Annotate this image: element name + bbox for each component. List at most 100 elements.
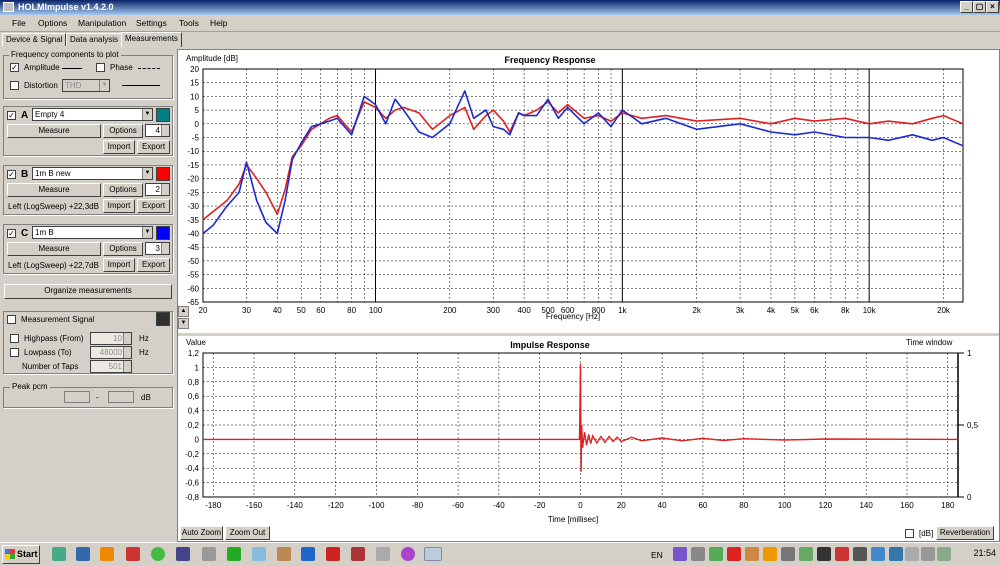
freq-ytick-label: -30 [187, 202, 199, 211]
measurement-a-color-swatch[interactable] [156, 108, 170, 122]
tray-icon[interactable] [745, 547, 759, 561]
measurement-a-import-button[interactable]: Import [103, 140, 135, 154]
taskbar-app-icon[interactable] [100, 547, 114, 561]
measurement-b-checkbox[interactable]: ✓ [7, 170, 16, 179]
frequency-response-chart[interactable]: Amplitude [dB] Frequency Response Freque… [178, 50, 1000, 332]
measurement-b-select[interactable]: 1m B new ▼ [32, 167, 153, 180]
lowpass-checkbox[interactable] [10, 348, 19, 357]
measurement-a-measure-button[interactable]: Measure [7, 124, 101, 138]
measurement-a-options-button[interactable]: Options [103, 124, 143, 138]
tab-data-analysis[interactable]: Data analysis [66, 33, 123, 46]
tray-icon[interactable] [853, 547, 867, 561]
amplitude-checkbox[interactable]: ✓ [10, 63, 19, 72]
taskbar-app-icon[interactable] [301, 547, 315, 561]
taskbar-app-icon[interactable] [227, 547, 241, 561]
tray-icon[interactable] [889, 547, 903, 561]
signal-color-swatch[interactable] [156, 312, 170, 326]
menu-options[interactable]: Options [38, 18, 67, 28]
impulse-response-chart[interactable]: Value Impulse Response Time window Time … [178, 336, 1000, 526]
measurement-a-count-spinner[interactable]: 4 [145, 124, 170, 137]
peak-unit: dB [141, 393, 151, 402]
taskbar-app-icon[interactable] [376, 547, 390, 561]
frequency-components-group [3, 55, 173, 99]
language-indicator[interactable]: EN [651, 550, 663, 560]
minimize-button[interactable]: _ [960, 1, 973, 13]
measurement-a-select[interactable]: Empty 4 ▼ [32, 108, 153, 121]
tray-icon[interactable] [691, 547, 705, 561]
menu-settings[interactable]: Settings [136, 18, 167, 28]
measurement-b-import-button[interactable]: Import [103, 199, 135, 213]
distortion-checkbox[interactable] [10, 81, 19, 90]
taps-spinner[interactable]: 501 [90, 360, 132, 373]
organize-measurements-button[interactable]: Organize measurements [4, 284, 172, 299]
taskbar-active-app-icon[interactable] [424, 547, 442, 561]
measurement-c-count-spinner[interactable]: 3 [145, 242, 170, 255]
taskbar-app-icon[interactable] [351, 547, 365, 561]
maximize-button[interactable]: ▢ [973, 1, 986, 13]
measurement-a-export-button[interactable]: Export [137, 140, 170, 154]
close-button[interactable]: × [986, 1, 999, 13]
tab-measurements[interactable]: Measurements [121, 32, 182, 47]
measurement-b-count-spinner[interactable]: 2 [145, 183, 170, 196]
scroll-up-arrow-icon[interactable]: ▲ [178, 306, 189, 317]
measurement-c-checkbox[interactable]: ✓ [7, 229, 16, 238]
taskbar-app-icon[interactable] [401, 547, 415, 561]
taskbar-app-icon[interactable] [176, 547, 190, 561]
taskbar-app-icon[interactable] [277, 547, 291, 561]
time-window-tick-label: 0 [967, 493, 972, 502]
tray-icon[interactable] [871, 547, 885, 561]
menu-file[interactable]: File [12, 18, 26, 28]
measurement-c-select[interactable]: 1m B ▼ [32, 226, 153, 239]
freq-xtick-label: 20 [199, 306, 208, 315]
measurement-b-measure-button[interactable]: Measure [7, 183, 101, 197]
taskbar-app-icon[interactable] [126, 547, 140, 561]
measurement-c-options-button[interactable]: Options [103, 242, 143, 256]
menu-tools[interactable]: Tools [179, 18, 199, 28]
tray-icon[interactable] [799, 547, 813, 561]
highpass-checkbox[interactable] [10, 334, 19, 343]
tray-icon[interactable] [835, 547, 849, 561]
measurement-signal-checkbox[interactable] [7, 315, 16, 324]
menu-manipulation[interactable]: Manipulation [78, 18, 126, 28]
measurement-b-export-button[interactable]: Export [137, 199, 170, 213]
measurement-c-color-swatch[interactable] [156, 226, 170, 240]
distortion-select[interactable]: THD ▼ [62, 79, 110, 92]
tray-icon[interactable] [921, 547, 935, 561]
menu-help[interactable]: Help [210, 18, 227, 28]
taskbar-app-icon[interactable] [151, 547, 165, 561]
measurement-b-options-button[interactable]: Options [103, 183, 143, 197]
measurement-c-name: 1m B [35, 228, 54, 237]
taskbar-app-icon[interactable] [76, 547, 90, 561]
phase-checkbox[interactable] [96, 63, 105, 72]
highpass-spinner[interactable]: 10 [90, 332, 132, 345]
tray-icon[interactable] [817, 547, 831, 561]
db-checkbox[interactable] [905, 529, 914, 538]
freq-xtick-label: 800 [592, 306, 606, 315]
auto-zoom-button[interactable]: Auto Zoom [180, 526, 223, 540]
measurement-c-import-button[interactable]: Import [103, 258, 135, 272]
tray-icon[interactable] [709, 547, 723, 561]
tray-icon[interactable] [727, 547, 741, 561]
tray-icon[interactable] [673, 547, 687, 561]
lowpass-spinner[interactable]: 48000 [90, 346, 132, 359]
taskbar-app-icon[interactable] [252, 547, 266, 561]
measurement-c-export-button[interactable]: Export [137, 258, 170, 272]
taskbar-app-icon[interactable] [52, 547, 66, 561]
taskbar-app-icon[interactable] [202, 547, 216, 561]
measurement-a-checkbox[interactable]: ✓ [7, 111, 16, 120]
zoom-out-button[interactable]: Zoom Out [225, 526, 270, 540]
freq-xtick-label: 400 [517, 306, 531, 315]
reverberation-button[interactable]: Reverberation [936, 526, 994, 540]
tab-device-signal[interactable]: Device & Signal [2, 33, 67, 46]
measurement-c-measure-button[interactable]: Measure [7, 242, 101, 256]
tray-icon[interactable] [763, 547, 777, 561]
imp-ytick-label: 0,6 [188, 392, 200, 401]
taskbar-app-icon[interactable] [326, 547, 340, 561]
tray-icon[interactable] [905, 547, 919, 561]
tray-icon[interactable] [781, 547, 795, 561]
tray-icon[interactable] [937, 547, 951, 561]
measurement-b-color-swatch[interactable] [156, 167, 170, 181]
freq-xtick-label: 300 [487, 306, 501, 315]
measurement-c-letter: C [21, 228, 29, 239]
scroll-down-arrow-icon[interactable]: ▼ [178, 318, 189, 329]
